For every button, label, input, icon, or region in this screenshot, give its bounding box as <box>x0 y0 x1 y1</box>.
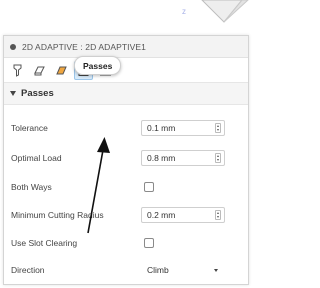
heights-icon <box>56 66 67 74</box>
operation-panel: 2D ADAPTIVE : 2D ADAPTIVE1 Passes Tolera… <box>3 35 249 285</box>
panel-title: 2D ADAPTIVE : 2D ADAPTIVE1 <box>22 41 147 52</box>
section-title: Passes <box>21 88 54 99</box>
optimal-load-value: 0.8 mm <box>147 153 176 163</box>
view-cube[interactable]: z <box>182 0 252 32</box>
tab-tool[interactable] <box>8 61 27 80</box>
tab-heights[interactable] <box>52 61 71 80</box>
optimal-load-label: Optimal Load <box>11 153 62 163</box>
tooltip-text: Passes <box>83 60 113 71</box>
collapse-triangle-icon <box>10 91 16 96</box>
tab-geometry[interactable] <box>30 61 49 80</box>
passes-tooltip: Passes <box>74 56 122 75</box>
optimal-load-row: Optimal Load 0.8 mm <box>4 146 248 170</box>
panel-titlebar[interactable]: 2D ADAPTIVE : 2D ADAPTIVE1 <box>4 36 248 58</box>
direction-row: Direction Climb <box>4 258 248 282</box>
min-cutting-radius-value: 0.2 mm <box>147 210 176 220</box>
chevron-down-icon <box>214 269 218 272</box>
passes-section-header[interactable]: Passes <box>4 83 248 105</box>
min-cutting-radius-label: Minimum Cutting Radius <box>11 210 104 220</box>
both-ways-checkbox[interactable] <box>144 182 154 192</box>
panel-bullet-icon <box>10 43 16 50</box>
tolerance-input[interactable]: 0.1 mm <box>141 120 225 136</box>
direction-select[interactable]: Climb <box>141 262 225 278</box>
both-ways-label: Both Ways <box>11 182 52 192</box>
slot-clearing-row: Use Slot Clearing <box>4 231 248 255</box>
z-axis-label: z <box>182 7 186 16</box>
min-cutting-radius-input[interactable]: 0.2 mm <box>141 207 225 223</box>
optimal-load-input[interactable]: 0.8 mm <box>141 150 225 166</box>
slot-clearing-label: Use Slot Clearing <box>11 238 78 248</box>
min-cutting-radius-row: Minimum Cutting Radius 0.2 mm <box>4 203 248 227</box>
tolerance-label: Tolerance <box>11 123 48 133</box>
tool-icon <box>13 64 22 77</box>
tolerance-row: Tolerance 0.1 mm <box>4 116 248 140</box>
operation-tabs <box>4 58 248 83</box>
tolerance-spinner[interactable] <box>215 123 221 133</box>
direction-label: Direction <box>11 265 45 275</box>
optimal-load-spinner[interactable] <box>215 153 221 163</box>
geometry-icon <box>34 66 45 75</box>
direction-value: Climb <box>147 265 169 275</box>
slot-clearing-checkbox[interactable] <box>144 238 154 248</box>
min-cutting-radius-spinner[interactable] <box>215 210 221 220</box>
tolerance-value: 0.1 mm <box>147 123 176 133</box>
both-ways-row: Both Ways <box>4 175 248 199</box>
